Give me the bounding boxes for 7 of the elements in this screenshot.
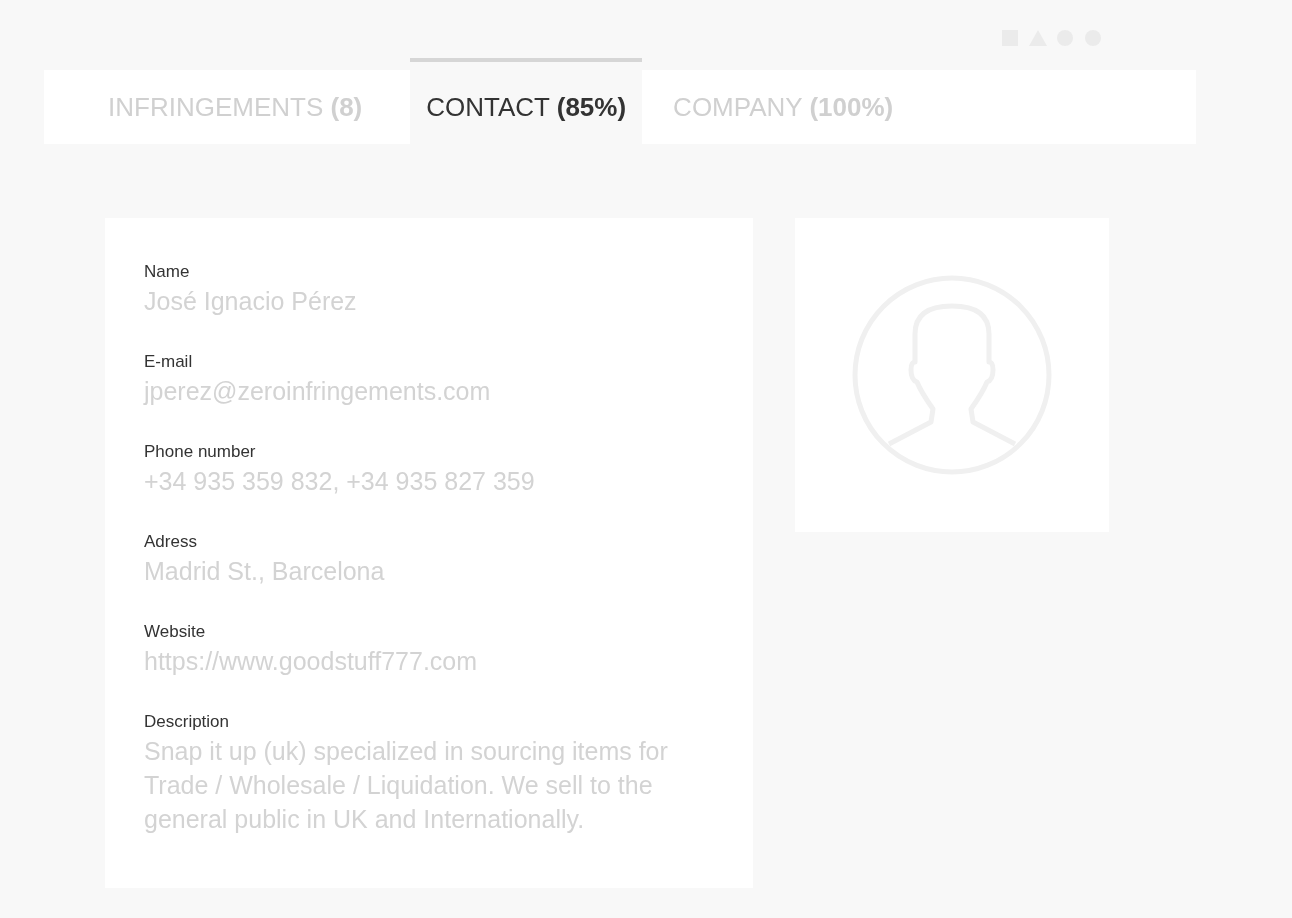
field-label: Adress <box>144 531 198 553</box>
field-label: Name <box>144 261 191 283</box>
field-label: E-mail <box>144 351 194 373</box>
tab[interactable]: CONTACT (85%) <box>410 58 643 144</box>
field-label: Website <box>144 621 207 643</box>
field-label: Description <box>144 711 231 733</box>
field-label: Phone number <box>144 441 257 463</box>
